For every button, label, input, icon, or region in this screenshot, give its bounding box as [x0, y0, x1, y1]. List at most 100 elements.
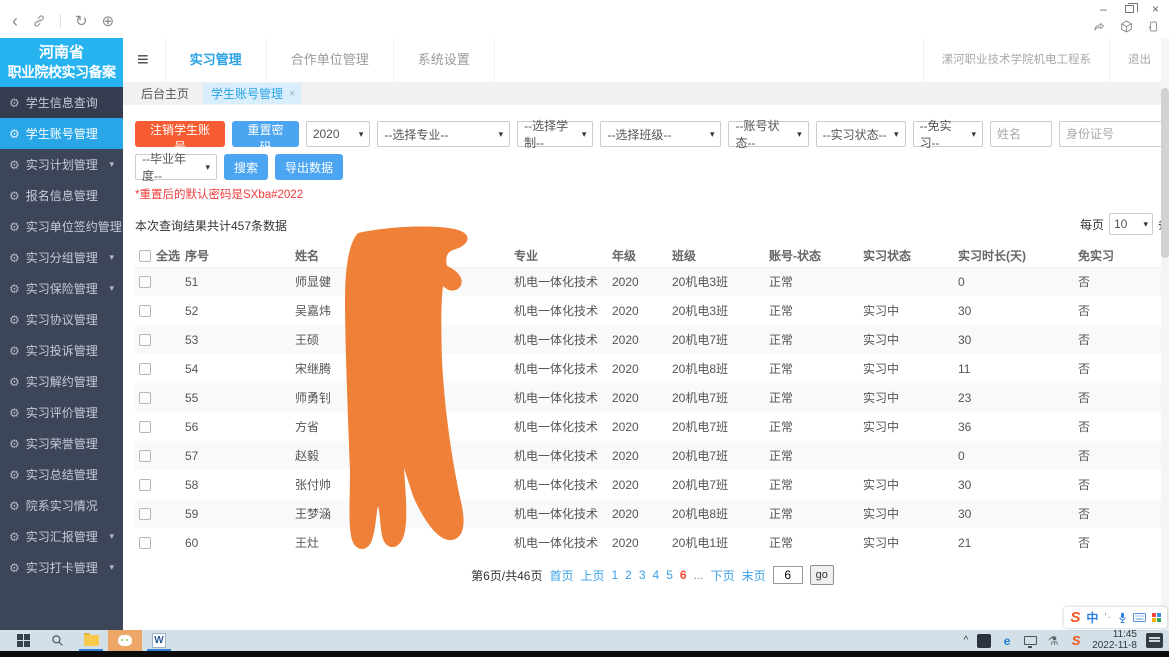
- row-checkbox[interactable]: [139, 363, 151, 375]
- sidebar-item-agreement-mgmt[interactable]: ⚙实习协议管理: [0, 304, 123, 335]
- logout-button[interactable]: 退出: [1109, 38, 1169, 82]
- row-checkbox[interactable]: [139, 392, 151, 404]
- sidebar-item-insurance-mgmt[interactable]: ⚙实习保险管理▾: [0, 273, 123, 304]
- chevron-down-icon: ▾: [109, 531, 114, 542]
- tray-app-icon[interactable]: [977, 634, 991, 648]
- taskbar-word[interactable]: W: [142, 630, 176, 651]
- ime-punctuation-icon[interactable]: ’·: [1104, 612, 1112, 623]
- year-select[interactable]: 2020▾: [306, 121, 371, 147]
- select-all-checkbox[interactable]: [139, 250, 151, 262]
- page-link-1[interactable]: 1: [611, 568, 618, 582]
- nav-tab-internship-mgmt[interactable]: 实习管理: [165, 38, 267, 82]
- tray-sogou-icon[interactable]: S: [1069, 634, 1083, 648]
- go-button[interactable]: go: [810, 565, 834, 585]
- window-close-icon[interactable]: ×: [1152, 2, 1159, 16]
- page-tabs: 后台主页 学生账号管理 ×: [123, 82, 1169, 105]
- keyboard-icon[interactable]: [1133, 613, 1146, 622]
- sidebar-item-evaluation-mgmt[interactable]: ⚙实习评价管理: [0, 397, 123, 428]
- hamburger-icon[interactable]: ≡: [123, 49, 165, 72]
- sidebar-item-grouping-mgmt[interactable]: ⚙实习分组管理▾: [0, 242, 123, 273]
- tray-browser-icon[interactable]: e: [1000, 634, 1014, 648]
- prev-page-link[interactable]: 上页: [580, 567, 604, 584]
- schooling-select[interactable]: --选择学制--▾: [517, 121, 593, 147]
- row-checkbox[interactable]: [139, 450, 151, 462]
- page-link-3[interactable]: 3: [639, 568, 646, 582]
- search-button[interactable]: 搜索: [224, 154, 268, 180]
- intern-status-select[interactable]: --实习状态--▾: [816, 121, 906, 147]
- ime-toolbar[interactable]: S 中 ’·: [1064, 607, 1167, 628]
- sidebar-item-honor-mgmt[interactable]: ⚙实习荣誉管理: [0, 428, 123, 459]
- taskbar-file-explorer[interactable]: [74, 630, 108, 651]
- refresh-icon[interactable]: ↻: [75, 12, 88, 30]
- per-page-select[interactable]: 10▾: [1109, 213, 1153, 235]
- close-icon[interactable]: ×: [289, 88, 295, 100]
- sidebar-item-student-info-query[interactable]: ⚙学生信息查询: [0, 87, 123, 118]
- share-icon[interactable]: [1093, 21, 1106, 33]
- exempt-select[interactable]: --免实习--▾: [913, 121, 983, 147]
- sidebar-item-complaint-mgmt[interactable]: ⚙实习投诉管理: [0, 335, 123, 366]
- tab-label: 学生账号管理: [211, 85, 283, 102]
- row-checkbox[interactable]: [139, 479, 151, 491]
- first-page-link[interactable]: 首页: [549, 567, 573, 584]
- reset-password-button[interactable]: 重置密码: [232, 121, 299, 147]
- notification-center-icon[interactable]: [1146, 633, 1163, 648]
- class-select[interactable]: --选择班级--▾: [600, 121, 721, 147]
- minimize-icon[interactable]: –: [1100, 2, 1107, 16]
- tray-expand-icon[interactable]: ^: [963, 635, 968, 646]
- link-icon[interactable]: [32, 14, 46, 28]
- row-checkbox[interactable]: [139, 508, 151, 520]
- sidebar-item-department-status[interactable]: ⚙院系实习情况: [0, 490, 123, 521]
- chevron-down-icon: ▾: [1143, 219, 1148, 230]
- row-checkbox[interactable]: [139, 421, 151, 433]
- microphone-icon[interactable]: [1118, 612, 1127, 624]
- taskbar-search-button[interactable]: [40, 630, 74, 651]
- last-page-link[interactable]: 末页: [742, 567, 766, 584]
- name-input[interactable]: [990, 121, 1052, 147]
- taskbar-clock[interactable]: 11:45 2022-11-8: [1092, 630, 1137, 651]
- sogou-logo-icon[interactable]: S: [1070, 609, 1080, 626]
- row-checkbox[interactable]: [139, 305, 151, 317]
- nav-tab-system-settings[interactable]: 系统设置: [394, 38, 495, 82]
- restore-icon[interactable]: [1125, 5, 1134, 13]
- nav-tab-partner-unit-mgmt[interactable]: 合作单位管理: [267, 38, 394, 82]
- sidebar-item-checkin-mgmt[interactable]: ⚙实习打卡管理▾: [0, 552, 123, 583]
- sidebar-item-registration-info-mgmt[interactable]: ⚙报名信息管理: [0, 180, 123, 211]
- sidebar-item-report-mgmt[interactable]: ⚙实习汇报管理▾: [0, 521, 123, 552]
- page-link-5[interactable]: 5: [666, 568, 673, 582]
- send-to-device-icon[interactable]: [1147, 20, 1159, 33]
- sidebar-item-internship-plan-mgmt[interactable]: ⚙实习计划管理▾: [0, 149, 123, 180]
- ime-language-icon[interactable]: 中: [1086, 609, 1098, 626]
- gear-icon: ⚙: [9, 344, 20, 358]
- id-number-input[interactable]: [1059, 121, 1169, 147]
- scrollbar-thumb[interactable]: [1161, 88, 1169, 258]
- sidebar: 河南省 职业院校实习备案 ⚙学生信息查询 ⚙学生账号管理 ⚙实习计划管理▾ ⚙报…: [0, 38, 123, 630]
- back-icon[interactable]: ‹: [12, 15, 18, 27]
- account-status-select[interactable]: --账号状态--▾: [728, 121, 808, 147]
- graduation-year-select[interactable]: --毕业年度--▾: [135, 154, 217, 180]
- page-link-2[interactable]: 2: [625, 568, 632, 582]
- major-select[interactable]: --选择专业--▾: [377, 121, 510, 147]
- sidebar-item-student-account-mgmt[interactable]: ⚙学生账号管理: [0, 118, 123, 149]
- scrollbar-track[interactable]: [1161, 38, 1169, 630]
- export-data-button[interactable]: 导出数据: [275, 154, 343, 180]
- next-page-link[interactable]: 下页: [711, 567, 735, 584]
- tray-display-icon[interactable]: [1023, 634, 1037, 648]
- taskbar-wechat[interactable]: [108, 630, 142, 651]
- ime-menu-icon[interactable]: [1152, 613, 1161, 622]
- sidebar-item-summary-mgmt[interactable]: ⚙实习总结管理: [0, 459, 123, 490]
- deregister-student-button[interactable]: 注销学生账号: [135, 121, 225, 147]
- sidebar-item-termination-mgmt[interactable]: ⚙实习解约管理: [0, 366, 123, 397]
- cube-icon[interactable]: [1120, 20, 1133, 33]
- tray-ime-dock-icon[interactable]: ⚗: [1046, 634, 1060, 648]
- tab-student-account-mgmt[interactable]: 学生账号管理 ×: [203, 83, 301, 104]
- start-button[interactable]: [6, 630, 40, 651]
- tab-backend-home[interactable]: 后台主页: [133, 83, 197, 104]
- sidebar-item-unit-contract-mgmt[interactable]: ⚙实习单位签约管理: [0, 211, 123, 242]
- row-checkbox[interactable]: [139, 537, 151, 549]
- row-checkbox[interactable]: [139, 334, 151, 346]
- goto-page-input[interactable]: [773, 566, 803, 584]
- row-checkbox[interactable]: [139, 276, 151, 288]
- globe-icon[interactable]: ⊕: [102, 12, 115, 30]
- table-row: 60王灶机电一体化技术202020机电1班正常实习中21否: [135, 528, 1169, 557]
- page-link-4[interactable]: 4: [653, 568, 660, 582]
